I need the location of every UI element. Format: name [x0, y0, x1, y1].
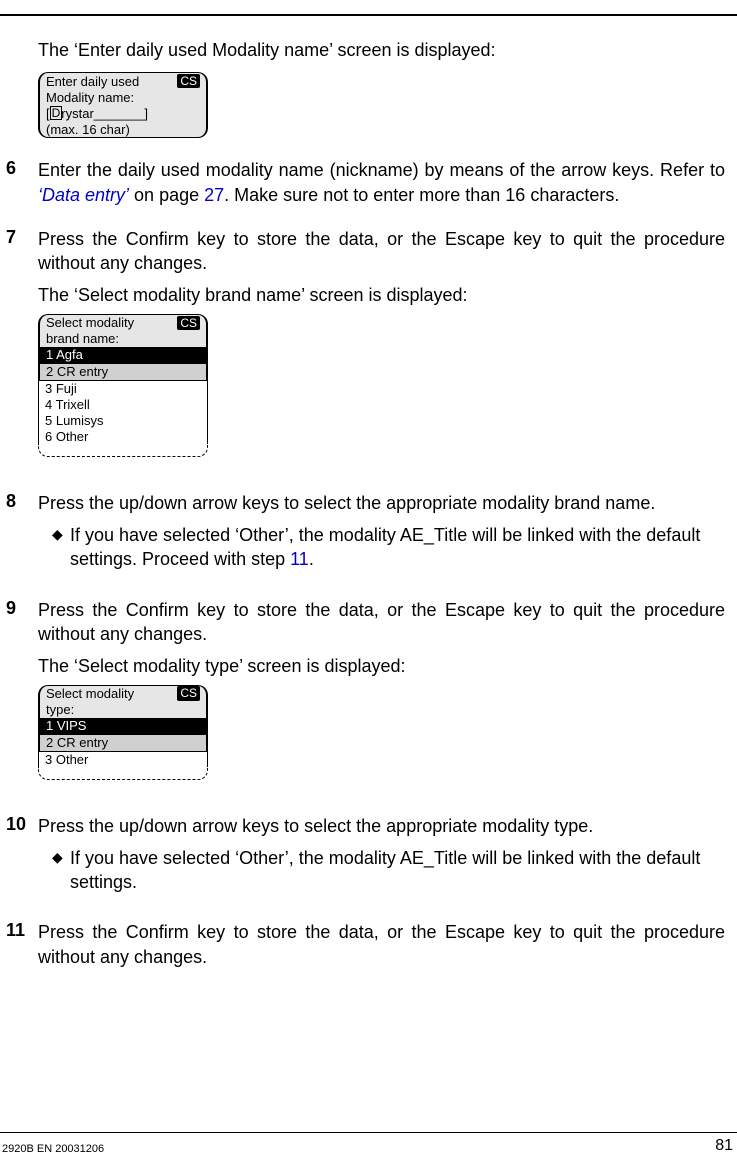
lcd2-row2: brand name: [40, 331, 206, 347]
lcd1-rest: rystar_______] [61, 106, 148, 122]
step-10-body: Press the up/down arrow keys to select t… [38, 814, 725, 901]
lcd1-row1: Enter daily used CS [40, 73, 206, 89]
lcd2-header: Select modality CS brand name: 1 Agfa 2 … [38, 314, 208, 381]
lcd3-opt3-text: 3 Other [45, 752, 88, 768]
step-11: 11 Press the Confirm key to store the da… [38, 920, 725, 969]
page-number: 81 [715, 1137, 733, 1155]
lcd1-panel: Enter daily used CS Modality name: [Drys… [38, 72, 208, 138]
step6-mid: on page [129, 185, 204, 205]
lcd2-line2: brand name: [46, 331, 119, 347]
step8-b-b: . [309, 549, 314, 569]
lcd3-line2: type: [46, 702, 74, 718]
lcd2-line1: Select modality [46, 315, 134, 331]
step-6-number: 6 [6, 158, 38, 179]
lcd1-row2: Modality name: [40, 89, 206, 105]
lcd2-opt4: 4 Trixell [39, 397, 207, 413]
bottom-rule [0, 1132, 737, 1133]
lcd1-line4: (max. 16 char) [46, 122, 130, 138]
step-11-body: Press the Confirm key to store the data,… [38, 920, 725, 969]
step6-a: Enter the daily used modality name (nick… [38, 160, 725, 180]
lcd3-opt2: 2 CR entry [40, 734, 206, 751]
lcd1-row3: [Drystar_______] [40, 105, 206, 121]
step-7-body: Press the Confirm key to store the data,… [38, 227, 725, 471]
lcd3-opt3: 3 Other [39, 752, 207, 768]
link-page-27[interactable]: 27 [204, 185, 224, 205]
lcd-select-brand: Select modality CS brand name: 1 Agfa 2 … [38, 314, 208, 457]
lcd2-opt1: 1 Agfa [40, 347, 206, 363]
top-rule [0, 14, 737, 16]
lcd1-line2: Modality name: [46, 90, 134, 106]
lcd3-row1: Select modality CS [40, 686, 206, 702]
step-7-number: 7 [6, 227, 38, 248]
diamond-icon: ◆ [52, 523, 70, 545]
step-6: 6 Enter the daily used modality name (ni… [38, 158, 725, 207]
step-9-number: 9 [6, 598, 38, 619]
lcd2-opt2: 2 CR entry [40, 363, 206, 380]
lcd2-opt1-text: 1 Agfa [46, 347, 83, 363]
lcd2-opt6-text: 6 Other [45, 429, 88, 445]
step-7: 7 Press the Confirm key to store the dat… [38, 227, 725, 471]
diamond-icon: ◆ [52, 846, 70, 868]
cs-badge: CS [177, 686, 200, 700]
step10-bullet-text: If you have selected ‘Other’, the modali… [70, 846, 725, 895]
lcd2-dashed-bottom [38, 444, 208, 457]
lcd2-extra: 3 Fuji 4 Trixell 5 Lumisys 6 Other [38, 381, 208, 445]
step-10-number: 10 [6, 814, 38, 835]
step7-p1: Press the Confirm key to store the data,… [38, 227, 725, 276]
lcd1-line1: Enter daily used [46, 74, 139, 90]
step10-bullet: ◆ If you have selected ‘Other’, the moda… [52, 846, 725, 895]
step-8-body: Press the up/down arrow keys to select t… [38, 491, 725, 578]
step8-bullet-text: If you have selected ‘Other’, the modali… [70, 523, 725, 572]
lcd3-header: Select modality CS type: 1 VIPS 2 CR ent… [38, 685, 208, 752]
lcd2-opt4-text: 4 Trixell [45, 397, 90, 413]
step8-p: Press the up/down arrow keys to select t… [38, 491, 725, 515]
lcd-select-type: Select modality CS type: 1 VIPS 2 CR ent… [38, 685, 208, 780]
step10-p: Press the up/down arrow keys to select t… [38, 814, 725, 838]
step8-bullet: ◆ If you have selected ‘Other’, the moda… [52, 523, 725, 572]
link-step-11[interactable]: 11 [290, 549, 309, 569]
lcd2-opt3: 3 Fuji [39, 381, 207, 397]
footer-doc-id: 2920B EN 20031206 [2, 1143, 104, 1155]
lcd3-extra: 3 Other [38, 752, 208, 768]
step-6-body: Enter the daily used modality name (nick… [38, 158, 725, 207]
cs-badge: CS [177, 316, 200, 330]
lcd3-opt1-text: 1 VIPS [46, 718, 86, 734]
lcd3-dashed-bottom [38, 767, 208, 780]
lcd2-opt3-text: 3 Fuji [45, 381, 77, 397]
lcd2-row1: Select modality CS [40, 315, 206, 331]
step6-b: . Make sure not to enter more than 16 ch… [224, 185, 619, 205]
step-9-body: Press the Confirm key to store the data,… [38, 598, 725, 794]
lcd2-opt5: 5 Lumisys [39, 413, 207, 429]
lcd1-row4: (max. 16 char) [40, 121, 206, 137]
step-9: 9 Press the Confirm key to store the dat… [38, 598, 725, 794]
step9-p1: Press the Confirm key to store the data,… [38, 598, 725, 647]
step7-p2: The ‘Select modality brand name’ screen … [38, 283, 725, 307]
lcd3-opt2-text: 2 CR entry [46, 735, 108, 751]
lcd2-opt2-text: 2 CR entry [46, 364, 108, 380]
step-10: 10 Press the up/down arrow keys to selec… [38, 814, 725, 901]
page-content: The ‘Enter daily used Modality name’ scr… [0, 28, 737, 973]
link-data-entry[interactable]: ‘Data entry’ [38, 185, 129, 205]
step-11-number: 11 [6, 920, 38, 941]
step-8: 8 Press the up/down arrow keys to select… [38, 491, 725, 578]
lcd3-line1: Select modality [46, 686, 134, 702]
lcd3-opt1: 1 VIPS [40, 718, 206, 734]
lcd2-opt6: 6 Other [39, 429, 207, 445]
step8-b-a: If you have selected ‘Other’, the modali… [70, 525, 700, 569]
step9-p2: The ‘Select modality type’ screen is dis… [38, 654, 725, 678]
lcd2-opt5-text: 5 Lumisys [45, 413, 104, 429]
lcd-enter-modality-name: Enter daily used CS Modality name: [Drys… [38, 72, 208, 138]
intro-text-1: The ‘Enter daily used Modality name’ scr… [38, 38, 725, 62]
cs-badge: CS [177, 74, 200, 88]
step-8-number: 8 [6, 491, 38, 512]
lcd3-row2: type: [40, 702, 206, 718]
